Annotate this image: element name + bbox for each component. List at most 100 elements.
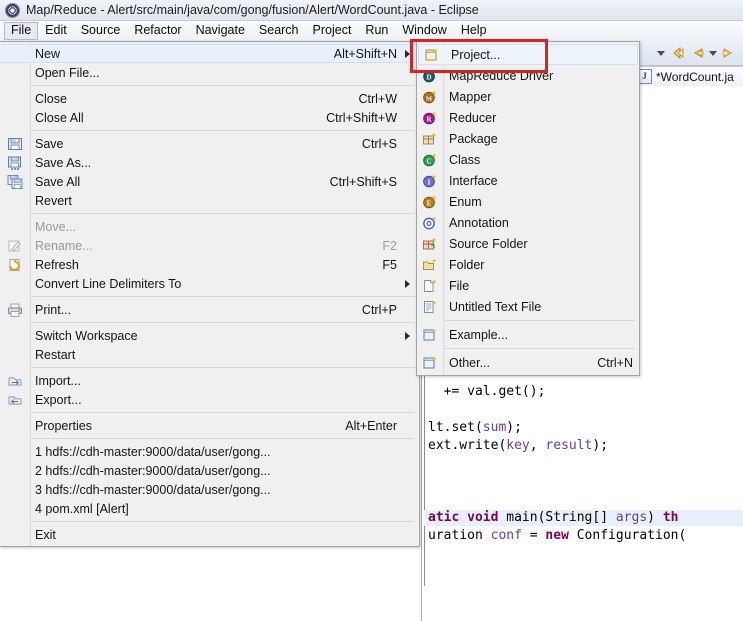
- file-menu-item-export[interactable]: Export...: [0, 390, 419, 409]
- new-submenu-item-label: Annotation: [449, 215, 509, 230]
- file-menu-item-import[interactable]: Import...: [0, 371, 419, 390]
- file-menu-item-properties[interactable]: Properties Alt+Enter: [0, 416, 419, 435]
- file-menu-item-switch-workspace[interactable]: Switch Workspace: [0, 326, 419, 345]
- file-menu-item-open-file[interactable]: Open File...: [0, 63, 419, 82]
- annotation-icon: [417, 213, 443, 233]
- file-menu-item-accel: F2: [382, 238, 397, 253]
- new-submenu-item-interface[interactable]: I Interface: [417, 170, 639, 191]
- back-arrow-icon[interactable]: [689, 46, 705, 60]
- menu-separator: [31, 412, 415, 413]
- file-icon: [417, 276, 443, 296]
- file-menu-item-save-all[interactable]: Save All Ctrl+Shift+S: [0, 172, 419, 191]
- file-menu-recent-1[interactable]: 1 hdfs://cdh-master:9000/data/user/gong.…: [0, 442, 419, 461]
- new-submenu-item-enum[interactable]: E Enum: [417, 191, 639, 212]
- new-submenu-item-label: Other...: [449, 355, 490, 370]
- menu-run[interactable]: Run: [358, 22, 395, 40]
- new-submenu-item-label: Package: [449, 131, 498, 146]
- empty-icon-slot: [0, 274, 30, 293]
- empty-icon-slot: [0, 480, 30, 499]
- new-submenu-item-class[interactable]: C Class: [417, 149, 639, 170]
- file-menu-recent-4[interactable]: 4 pom.xml [Alert]: [0, 499, 419, 518]
- file-menu-item-close[interactable]: Close Ctrl+W: [0, 89, 419, 108]
- new-submenu-item-annotation[interactable]: Annotation: [417, 212, 639, 233]
- chevron-down-icon[interactable]: [657, 50, 665, 56]
- empty-icon-slot: [0, 326, 30, 345]
- new-submenu-item-source-folder[interactable]: Source Folder: [417, 233, 639, 254]
- new-submenu-item-label: Source Folder: [449, 236, 528, 251]
- new-submenu-item-example[interactable]: Example...: [417, 324, 639, 345]
- file-menu-item-label: 4 pom.xml [Alert]: [35, 501, 129, 516]
- menu-edit[interactable]: Edit: [38, 22, 74, 40]
- file-menu-dropdown[interactable]: New Alt+Shift+N Open File... Close Ctrl+…: [0, 41, 420, 547]
- new-submenu-item-mapreduce-driver[interactable]: D MapReduce Driver: [417, 65, 639, 86]
- file-menu-item-move: Move...: [0, 217, 419, 236]
- back-history-icon[interactable]: [669, 46, 685, 60]
- new-submenu-item-untitled-text-file[interactable]: Untitled Text File: [417, 296, 639, 317]
- file-menu-item-print[interactable]: Print... Ctrl+P: [0, 300, 419, 319]
- mapper-icon: M: [417, 87, 443, 107]
- save-as-icon: [0, 153, 30, 172]
- new-submenu-item-label: Reducer: [449, 110, 497, 125]
- file-menu-recent-2[interactable]: 2 hdfs://cdh-master:9000/data/user/gong.…: [0, 461, 419, 480]
- menu-window[interactable]: Window: [395, 22, 453, 40]
- chevron-down-icon-2[interactable]: [709, 50, 717, 56]
- menu-separator: [444, 320, 635, 321]
- new-submenu-item-folder[interactable]: Folder: [417, 254, 639, 275]
- svg-text:E: E: [427, 199, 432, 207]
- file-menu-item-accel: Alt+Shift+N: [333, 46, 397, 61]
- file-menu-item-save[interactable]: Save Ctrl+S: [0, 134, 419, 153]
- eclipse-window: Map/Reduce - Alert/src/main/java/com/gon…: [0, 0, 743, 621]
- file-menu-item-close-all[interactable]: Close All Ctrl+Shift+W: [0, 108, 419, 127]
- file-menu-item-refresh[interactable]: Refresh F5: [0, 255, 419, 274]
- empty-icon-slot: [0, 108, 30, 127]
- file-menu-item-accel: Ctrl+Shift+S: [329, 174, 397, 189]
- file-menu-item-restart[interactable]: Restart: [0, 345, 419, 364]
- file-menu-item-label: New: [35, 46, 61, 61]
- file-menu-item-label: Export...: [35, 392, 82, 407]
- project-icon: [419, 45, 445, 65]
- file-menu-item-accel: Ctrl+Shift+W: [326, 110, 397, 125]
- file-menu-item-new[interactable]: New Alt+Shift+N: [0, 44, 419, 63]
- menu-bar[interactable]: File Edit Source Refactor Navigate Searc…: [0, 21, 743, 40]
- new-submenu-item-label: Class: [449, 152, 481, 167]
- menu-help[interactable]: Help: [454, 22, 494, 40]
- file-menu-item-label: Close: [35, 91, 67, 106]
- new-submenu-item-project[interactable]: Project...: [418, 44, 638, 65]
- editor-tab-wordcount[interactable]: J *WordCount.ja: [632, 66, 743, 86]
- file-menu-item-revert[interactable]: Revert: [0, 191, 419, 210]
- forward-arrow-icon[interactable]: [721, 46, 737, 60]
- svg-text:D: D: [426, 73, 431, 81]
- new-submenu-item-reducer[interactable]: R Reducer: [417, 107, 639, 128]
- new-submenu[interactable]: Project... D MapReduce Driver M Mapper R…: [416, 41, 640, 376]
- code-line: += val.get();: [428, 384, 546, 399]
- menu-navigate[interactable]: Navigate: [189, 22, 252, 40]
- menu-separator: [31, 213, 415, 214]
- new-submenu-item-label: MapReduce Driver: [449, 68, 554, 83]
- empty-icon-slot: [0, 89, 30, 108]
- class-icon: C: [417, 150, 443, 170]
- file-menu-item-save-as[interactable]: Save As...: [0, 153, 419, 172]
- file-menu-recent-3[interactable]: 3 hdfs://cdh-master:9000/data/user/gong.…: [0, 480, 419, 499]
- menu-project[interactable]: Project: [306, 22, 359, 40]
- new-submenu-item-file[interactable]: File: [417, 275, 639, 296]
- file-menu-item-exit[interactable]: Exit: [0, 525, 419, 544]
- file-menu-item-convert-line-delimiters[interactable]: Convert Line Delimiters To: [0, 274, 419, 293]
- window-title: Map/Reduce - Alert/src/main/java/com/gon…: [26, 3, 479, 17]
- code-line: uration conf = new Configuration(: [428, 528, 687, 543]
- new-submenu-item-label: Enum: [449, 194, 482, 209]
- file-menu-item-label: Save As...: [35, 155, 92, 170]
- folder-icon: [417, 255, 443, 275]
- menu-search[interactable]: Search: [252, 22, 306, 40]
- new-submenu-item-label: Mapper: [449, 89, 492, 104]
- empty-icon-slot: [0, 442, 30, 461]
- menu-separator: [31, 130, 415, 131]
- menu-refactor[interactable]: Refactor: [127, 22, 188, 40]
- menu-file[interactable]: File: [4, 21, 39, 40]
- submenu-arrow-icon: [401, 329, 413, 343]
- new-submenu-item-package[interactable]: Package: [417, 128, 639, 149]
- file-menu-item-label: Refresh: [35, 257, 79, 272]
- menu-source[interactable]: Source: [74, 22, 128, 40]
- new-submenu-item-other[interactable]: Other... Ctrl+N: [417, 352, 639, 373]
- new-submenu-item-mapper[interactable]: M Mapper: [417, 86, 639, 107]
- save-icon: [0, 134, 30, 153]
